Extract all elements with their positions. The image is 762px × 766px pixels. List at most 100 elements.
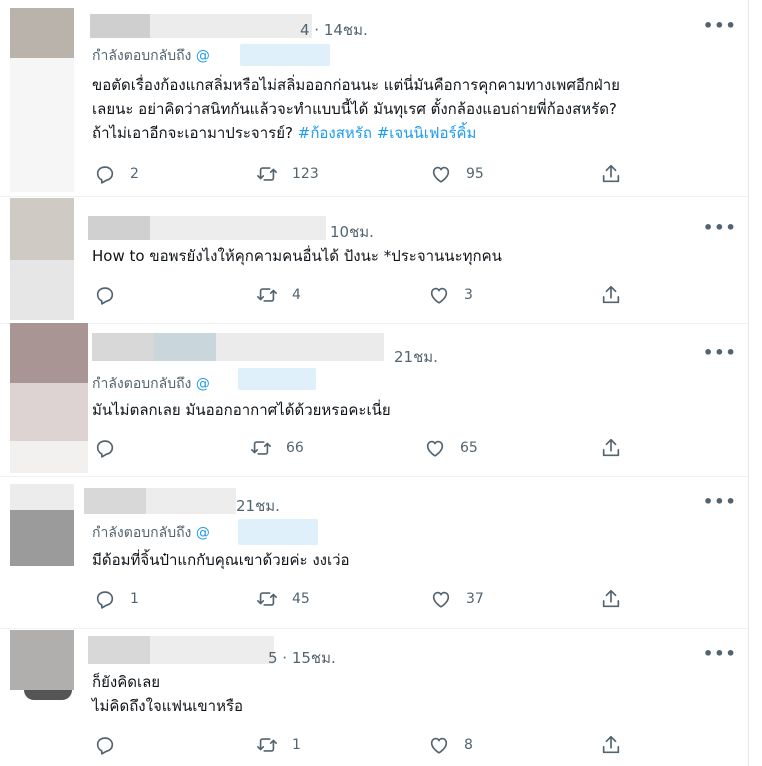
share-icon <box>602 735 620 754</box>
replying-to: กำลังตอบกลับถึง @ <box>92 373 210 395</box>
avatar-blur <box>10 58 74 192</box>
username-blurred <box>88 636 274 664</box>
tweet-actions: 2 123 95 <box>94 163 734 187</box>
retweet-button[interactable]: 4 <box>256 284 301 306</box>
like-button[interactable]: 3 <box>428 284 473 306</box>
tweet-actions: 4 3 <box>94 284 734 308</box>
tweet-text-line: How to ขอพรยังไงให้คุกคามคนอื่นได้ ปังนะ… <box>92 247 502 265</box>
reply-button[interactable] <box>94 437 130 459</box>
like-count: 95 <box>466 166 484 182</box>
timeline-border <box>748 0 749 766</box>
tweet-text-line: ขอตัดเรื่องก้องแกสลิ่มหรือไม่สลิ่มออกก่อ… <box>92 76 620 94</box>
tweet-time[interactable]: 5 · 15ชม. <box>268 646 336 670</box>
like-icon <box>432 166 450 183</box>
tweet-text-line: มีด้อมที่จิ้นป๋าแกกับคุณเขาด้วยค่ะ งงเว่… <box>92 551 350 569</box>
tweet-text-line: ก็ยังคิดเลย <box>92 673 161 691</box>
reply-count: 2 <box>130 166 139 182</box>
replying-to-label: กำลังตอบกลับถึง <box>92 376 192 392</box>
replying-to-handle[interactable]: @ <box>196 525 210 541</box>
more-icon[interactable]: ••• <box>703 16 737 35</box>
share-icon <box>602 438 620 457</box>
tweet-text: มันไม่ตลกเลย มันออกอากาศได้ด้วยหรอคะเนี่… <box>92 398 391 422</box>
tweet-text-fragment: ถ้าไม่เอาอีกจะเอามาประจารย์? <box>92 124 293 142</box>
reply-count: 1 <box>130 591 139 607</box>
avatar-blur <box>10 441 88 473</box>
retweet-button[interactable]: 66 <box>250 437 304 459</box>
hashtag-link[interactable]: #ก้องสหรัถ <box>298 124 372 142</box>
tweet-time[interactable]: 10ชม. <box>330 220 374 244</box>
reply-handle-blurred <box>240 44 330 66</box>
tweet[interactable]: 21ชม. ••• กำลังตอบกลับถึง @ มีด้อมที่จิ้… <box>0 476 748 629</box>
avatar-blur <box>10 260 74 320</box>
retweet-count: 4 <box>292 287 301 303</box>
retweet-button[interactable]: 123 <box>256 163 319 185</box>
tweet[interactable]: 21ชม. ••• กำลังตอบกลับถึง @ มันไม่ตลกเลย… <box>0 323 748 477</box>
like-icon <box>426 440 444 457</box>
reply-button[interactable]: 1 <box>94 588 139 610</box>
tweet[interactable]: 5 · 15ชม. ••• ก็ยังคิดเลย ไม่คิดถึงใจแฟน… <box>0 628 748 766</box>
tweet-text: มีด้อมที่จิ้นป๋าแกกับคุณเขาด้วยค่ะ งงเว่… <box>92 548 350 572</box>
reply-button[interactable] <box>94 734 130 756</box>
tweet-text-line: ถ้าไม่เอาอีกจะเอามาประจารย์? #ก้องสหรัถ … <box>92 121 620 145</box>
retweet-icon <box>251 441 271 455</box>
avatar[interactable] <box>10 198 74 260</box>
avatar[interactable] <box>10 323 88 383</box>
tweet-time[interactable]: 4 · 14ชม. <box>300 18 368 42</box>
reply-icon <box>96 591 114 609</box>
avatar[interactable] <box>10 8 74 58</box>
avatar[interactable] <box>10 630 74 690</box>
like-icon <box>430 737 448 754</box>
tweet-text: ก็ยังคิดเลย ไม่คิดถึงใจแฟนเขาหรือ <box>92 670 243 718</box>
reply-button[interactable]: 2 <box>94 163 139 185</box>
replying-to-handle[interactable]: @ <box>196 376 210 392</box>
share-icon <box>602 589 620 608</box>
reply-icon <box>96 287 114 305</box>
retweet-count: 1 <box>292 737 301 753</box>
share-button[interactable] <box>600 734 622 756</box>
hashtag-link[interactable]: #เจนนิเฟอร์คิ้ม <box>377 124 477 142</box>
tweet-text: How to ขอพรยังไงให้คุกคามคนอื่นได้ ปังนะ… <box>92 244 502 268</box>
avatar-edge <box>24 690 72 700</box>
replying-to: กำลังตอบกลับถึง @ <box>92 45 210 67</box>
tweet-actions: 66 65 <box>94 437 734 461</box>
reply-icon <box>96 166 114 184</box>
like-count: 8 <box>464 737 473 753</box>
retweet-button[interactable]: 45 <box>256 588 310 610</box>
tweet-text-line: ไม่คิดถึงใจแฟนเขาหรือ <box>92 697 244 715</box>
share-button[interactable] <box>600 437 622 459</box>
replying-to-label: กำลังตอบกลับถึง <box>92 525 192 541</box>
replying-to-handle[interactable]: @ <box>196 48 210 64</box>
share-button[interactable] <box>600 284 622 306</box>
more-icon[interactable]: ••• <box>703 218 737 237</box>
like-button[interactable]: 65 <box>424 437 478 459</box>
replying-to-label: กำลังตอบกลับถึง <box>92 48 192 64</box>
avatar-blur <box>10 383 88 441</box>
like-button[interactable]: 95 <box>430 163 484 185</box>
avatar[interactable] <box>10 510 74 566</box>
share-button[interactable] <box>600 588 622 610</box>
more-icon[interactable]: ••• <box>703 343 737 362</box>
tweet-actions: 1 45 37 <box>94 588 734 612</box>
like-button[interactable]: 8 <box>428 734 473 756</box>
tweet-time[interactable]: 21ชม. <box>394 345 438 369</box>
more-icon[interactable]: ••• <box>703 644 737 663</box>
reply-icon <box>96 737 114 755</box>
tweet[interactable]: 10ชม. ••• How to ขอพรยังไงให้คุกคามคนอื่… <box>0 196 748 324</box>
replying-to: กำลังตอบกลับถึง @ <box>92 522 210 544</box>
like-button[interactable]: 37 <box>430 588 484 610</box>
tweet-text-line: เลยนะ อย่าคิดว่าสนิทกันแล้วจะทำแบบนี้ได้… <box>92 100 617 118</box>
tweet-text: ขอตัดเรื่องก้องแกสลิ่มหรือไม่สลิ่มออกก่อ… <box>92 73 620 145</box>
reply-handle-blurred <box>238 368 316 390</box>
share-button[interactable] <box>600 163 622 185</box>
more-icon[interactable]: ••• <box>703 492 737 511</box>
like-icon <box>432 591 450 608</box>
reply-button[interactable] <box>94 284 130 306</box>
like-icon <box>430 287 448 304</box>
retweet-count: 123 <box>292 166 319 182</box>
retweet-button[interactable]: 1 <box>256 734 301 756</box>
tweet-time[interactable]: 21ชม. <box>236 494 280 518</box>
tweet[interactable]: 4 · 14ชม. ••• กำลังตอบกลับถึง @ ขอตัดเรื… <box>0 0 748 197</box>
tweet-actions: 1 8 <box>94 734 734 758</box>
username-blurred <box>90 14 312 38</box>
retweet-icon <box>257 592 277 606</box>
